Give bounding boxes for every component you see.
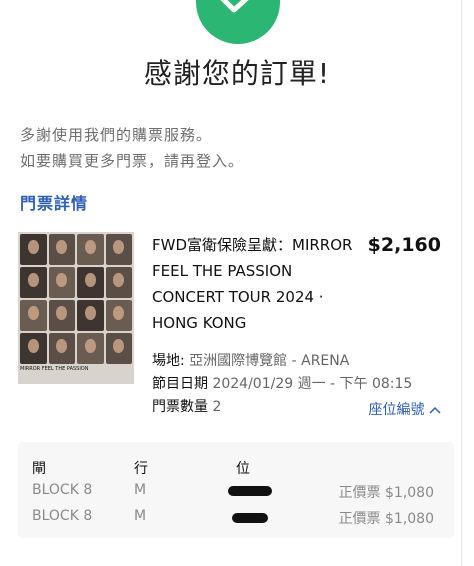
- venue-value: 亞洲國際博覽館 - ARENA: [189, 353, 350, 369]
- column-header-row: 行: [134, 461, 148, 477]
- chevron-up-icon: [429, 402, 441, 418]
- poster-photo-grid: [20, 234, 132, 364]
- date-value: 2024/01/29 週一 - 下午 08:15: [212, 376, 413, 392]
- venue-label: 場地:: [152, 353, 185, 369]
- event-poster: MIRROR FEEL THE PASSION: [18, 232, 134, 384]
- event-name: FWD富衛保險呈獻：MIRROR FEEL THE PASSION CONCER…: [152, 236, 353, 332]
- order-confirmation-card: 感謝您的訂單! 多謝使用我們的購票服務。 如要購買更多門票，請再登入。 門票詳情…: [0, 0, 462, 566]
- column-header-seat: 位: [236, 461, 250, 477]
- column-header-gate: 閘: [32, 461, 46, 477]
- intro-line-2: 如要購買更多門票，請再登入。: [20, 152, 245, 170]
- quantity-value: 2: [212, 399, 222, 415]
- row-2-price: 正價票 $1,080: [338, 511, 434, 527]
- page-title: 感謝您的訂單!: [143, 57, 331, 90]
- seat-number-toggle[interactable]: 座位編號: [369, 399, 441, 419]
- success-check-icon: [196, 0, 280, 44]
- date-row: 節目日期 2024/01/29 週一 - 下午 08:15: [152, 373, 412, 393]
- venue-row: 場地: 亞洲國際博覽館 - ARENA: [152, 350, 349, 370]
- row-1-price: 正價票 $1,080: [338, 485, 434, 501]
- redacted-seat-2: [232, 513, 268, 523]
- row-2-row: M: [134, 508, 147, 524]
- ticket-details-heading: 門票詳情: [20, 194, 89, 213]
- row-1-row: M: [134, 482, 147, 498]
- redacted-seat-1: [228, 486, 272, 496]
- quantity-row: 門票數量 2: [152, 396, 221, 416]
- intro-line-1: 多謝使用我們的購票服務。: [20, 126, 213, 144]
- intro-text: 多謝使用我們的購票服務。 如要購買更多門票，請再登入。: [20, 122, 244, 174]
- seat-table: 閘 行 位 BLOCK 8 M 正價票 $1,080 BLOCK 8 M 正價票…: [18, 442, 454, 538]
- seat-number-label: 座位編號: [368, 402, 425, 418]
- date-label: 節目日期: [152, 376, 208, 392]
- quantity-label: 門票數量: [152, 399, 208, 415]
- row-1-gate: BLOCK 8: [32, 482, 93, 498]
- total-price: $2,160: [367, 234, 441, 256]
- row-2-gate: BLOCK 8: [32, 508, 93, 524]
- poster-footer-text: MIRROR FEEL THE PASSION: [20, 366, 89, 372]
